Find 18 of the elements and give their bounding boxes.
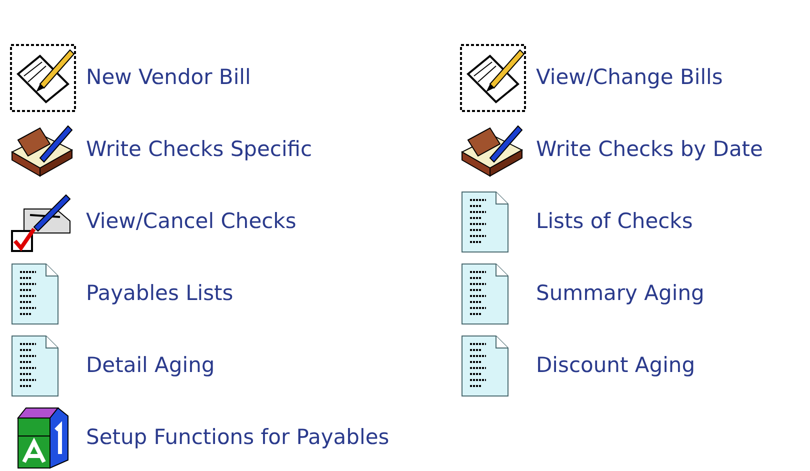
menu-link[interactable]: Detail Aging	[86, 350, 215, 382]
document-icon	[10, 334, 60, 398]
menu-link[interactable]: New Vendor Bill	[86, 62, 251, 94]
menu-link[interactable]: Write Checks Specific	[86, 134, 312, 166]
menu-link[interactable]: Lists of Checks	[536, 206, 693, 238]
document-icon	[10, 262, 60, 326]
menu-link[interactable]: Write Checks by Date	[536, 134, 763, 166]
quill-paper-icon	[10, 44, 76, 112]
menu-link[interactable]: Summary Aging	[536, 278, 704, 310]
menu-link[interactable]: View/Change Bills	[536, 62, 723, 94]
quill-paper-icon	[460, 44, 526, 112]
menu-link[interactable]: Setup Functions for Payables	[86, 422, 390, 454]
menu-link[interactable]: Discount Aging	[536, 350, 696, 382]
document-icon	[460, 334, 510, 398]
document-icon	[460, 190, 510, 254]
menu-link[interactable]: View/Cancel Checks	[86, 206, 296, 238]
menu-link[interactable]: Payables Lists	[86, 278, 234, 310]
document-icon	[460, 262, 510, 326]
